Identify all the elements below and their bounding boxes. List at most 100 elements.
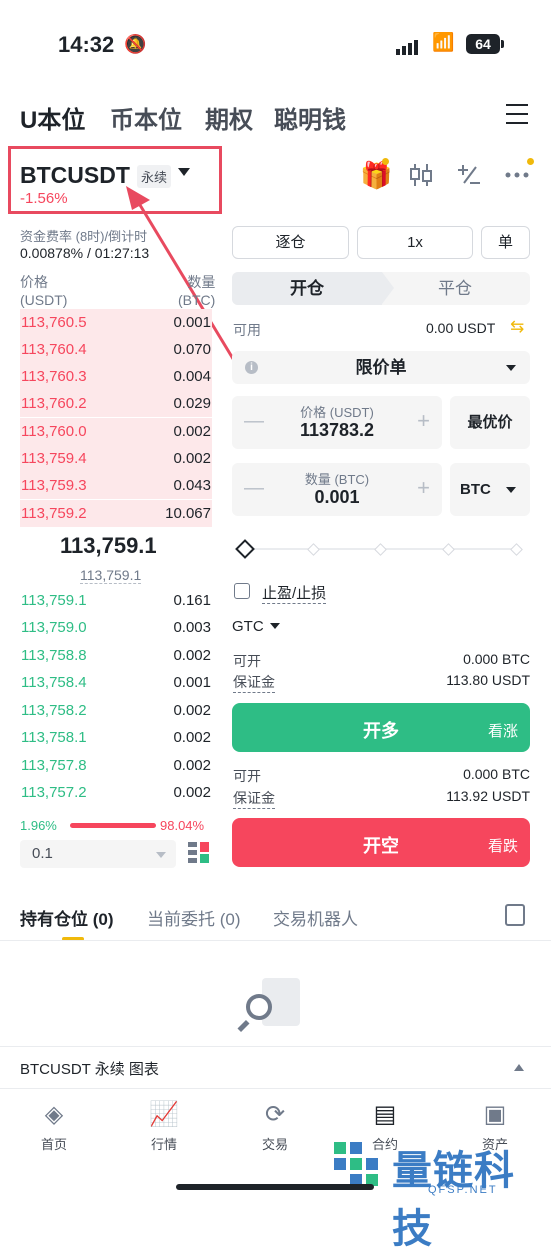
ask-amount: 0.002 xyxy=(173,423,211,440)
info-icon[interactable]: i xyxy=(245,361,258,374)
transfer-icon[interactable]: ⇆ xyxy=(510,317,524,337)
wallet-icon: ▣ xyxy=(483,1101,507,1128)
chevron-up-icon[interactable] xyxy=(514,1064,524,1071)
slider-tick[interactable] xyxy=(510,543,523,556)
price-field[interactable]: — 价格 (USDT) 113783.2 + xyxy=(232,396,442,449)
ask-amount: 0.002 xyxy=(173,450,211,467)
ask-row[interactable]: 113,760.3 0.004 xyxy=(20,363,212,390)
gift-icon[interactable]: 🎁 xyxy=(360,160,392,191)
tab-open-position[interactable]: 开仓 xyxy=(232,272,382,305)
long-margin-value: 113.80 USDT xyxy=(446,672,530,688)
more-icon[interactable] xyxy=(505,172,529,178)
plus-icon[interactable]: + xyxy=(417,408,430,434)
ask-row[interactable]: 113,759.3 0.043 xyxy=(20,472,212,499)
margin-mode-button[interactable]: 逐仓 xyxy=(232,226,349,259)
plus-icon[interactable]: + xyxy=(417,475,430,501)
tab-positions[interactable]: 持有仓位 (0) xyxy=(20,905,114,930)
open-long-button[interactable]: 开多 看涨 xyxy=(232,703,530,752)
long-max-value: 0.000 BTC xyxy=(463,651,530,667)
funding-value: 0.00878% / 01:27:13 xyxy=(20,245,150,261)
quantity-input[interactable]: 0.001 xyxy=(232,487,442,508)
nav-markets[interactable]: 📈 行情 xyxy=(129,1100,199,1153)
mark-price[interactable]: 113,759.1 xyxy=(80,567,142,584)
order-type-select[interactable]: 限价单 xyxy=(232,351,530,384)
bid-amount: 0.161 xyxy=(173,592,211,609)
leverage-button[interactable]: 1x xyxy=(357,226,473,259)
tab-close-position[interactable]: 平仓 xyxy=(400,272,510,305)
quantity-unit-select[interactable]: BTC xyxy=(450,463,530,516)
bid-amount: 0.003 xyxy=(173,619,211,636)
bid-row[interactable]: 113,758.8 0.002 xyxy=(20,642,212,669)
bid-row[interactable]: 113,757.8 0.002 xyxy=(20,752,212,779)
price-input[interactable]: 113783.2 xyxy=(232,420,442,441)
ob-price-header: 价格 (USDT) xyxy=(20,274,68,308)
ask-row[interactable]: 113,759.2 10.067 xyxy=(20,500,212,527)
bid-amount: 0.002 xyxy=(173,784,211,801)
orderbook-layout-icon[interactable] xyxy=(188,842,210,866)
position-mode-button[interactable]: 单 xyxy=(481,226,530,259)
ask-price: 113,759.3 xyxy=(21,477,87,494)
last-price[interactable]: 113,759.1 xyxy=(60,533,157,559)
slider-tick[interactable] xyxy=(442,543,455,556)
slider-tick[interactable] xyxy=(374,543,387,556)
ask-row[interactable]: 113,759.4 0.002 xyxy=(20,445,212,472)
long-margin-label: 保证金 xyxy=(233,672,275,693)
bid-amount: 0.002 xyxy=(173,647,211,664)
bid-price: 113,759.1 xyxy=(21,592,87,609)
bid-row[interactable]: 113,758.4 0.001 xyxy=(20,669,212,696)
short-max-label: 可开 xyxy=(233,768,261,784)
funding-label: 资金费率 (8时)/倒计时 xyxy=(20,229,148,244)
slider-tick[interactable] xyxy=(307,543,320,556)
search-icon-handle xyxy=(237,1019,250,1033)
tab-trading-bots[interactable]: 交易机器人 xyxy=(273,905,358,930)
ask-row[interactable]: 113,760.2 0.029 xyxy=(20,390,212,417)
ask-price: 113,760.5 xyxy=(21,314,87,331)
calculator-icon[interactable] xyxy=(456,163,482,187)
bid-row[interactable]: 113,758.1 0.002 xyxy=(20,724,212,751)
chevron-down-icon xyxy=(156,852,166,858)
open-short-label: 开空 xyxy=(363,836,399,856)
bid-price: 113,758.1 xyxy=(21,729,87,746)
bid-row[interactable]: 113,758.2 0.002 xyxy=(20,697,212,724)
chart-bar-label[interactable]: BTCUSDT 永续 图表 xyxy=(20,1058,159,1079)
depth-select[interactable]: 0.1 xyxy=(20,840,176,868)
best-price-button[interactable]: 最优价 xyxy=(450,396,530,449)
ask-amount: 10.067 xyxy=(165,505,211,522)
time-in-force-select[interactable]: GTC xyxy=(232,618,264,635)
exchange-icon: ⟳ xyxy=(264,1101,286,1128)
available-label: 可用 xyxy=(233,322,261,338)
chevron-down-icon xyxy=(506,365,516,371)
gift-badge-dot xyxy=(382,158,389,165)
bid-amount: 0.002 xyxy=(173,757,211,774)
history-icon[interactable] xyxy=(505,904,525,926)
bid-row[interactable]: 113,759.1 0.161 xyxy=(20,587,212,614)
sell-ratio: 98.04% xyxy=(160,818,205,833)
ask-row[interactable]: 113,760.4 0.070 xyxy=(20,336,212,363)
ob-qty-header: 数量 (BTC) xyxy=(178,274,216,308)
home-indicator[interactable] xyxy=(176,1184,374,1190)
tab-open-orders[interactable]: 当前委托 (0) xyxy=(147,905,241,930)
open-short-button[interactable]: 开空 看跌 xyxy=(232,818,530,867)
candlestick-icon[interactable] xyxy=(409,162,433,188)
slider-handle[interactable] xyxy=(235,539,255,559)
nav-trade[interactable]: ⟳ 交易 xyxy=(240,1100,310,1153)
nav-home[interactable]: ◈ 首页 xyxy=(19,1100,89,1153)
bid-amount: 0.002 xyxy=(173,702,211,719)
watermark-subtitle: QFSP.NET xyxy=(428,1184,498,1196)
divider xyxy=(0,940,551,941)
available-value: 0.00 USDT xyxy=(426,320,496,336)
bid-row[interactable]: 113,757.2 0.002 xyxy=(20,779,212,806)
tpsl-label[interactable]: 止盈/止损 xyxy=(262,582,327,604)
quantity-field[interactable]: — 数量 (BTC) 0.001 + xyxy=(232,463,442,516)
long-max-label: 可开 xyxy=(233,653,261,669)
bid-row[interactable]: 113,759.0 0.003 xyxy=(20,614,212,641)
tpsl-checkbox[interactable] xyxy=(234,583,250,599)
ask-price: 113,760.2 xyxy=(21,395,87,412)
bid-amount: 0.002 xyxy=(173,729,211,746)
chevron-down-icon xyxy=(270,623,280,629)
ask-row[interactable]: 113,760.0 0.002 xyxy=(20,418,212,445)
bid-price: 113,757.8 xyxy=(21,757,87,774)
ask-row[interactable]: 113,760.5 0.001 xyxy=(20,309,212,336)
chart-icon: 📈 xyxy=(149,1101,179,1128)
bid-amount: 0.001 xyxy=(173,674,211,691)
